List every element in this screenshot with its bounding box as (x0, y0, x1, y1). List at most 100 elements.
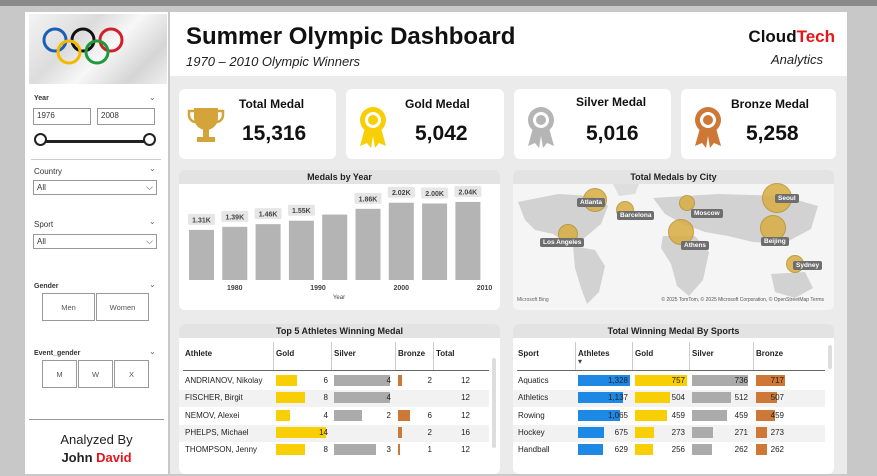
column-header[interactable]: Sport (518, 349, 539, 358)
kpi-card-total: Total Medal 15,316 (179, 89, 336, 159)
year-slider-start-handle[interactable] (34, 133, 47, 146)
data-label: 1.39K (225, 214, 244, 221)
gold-value: 757 (671, 376, 685, 385)
gold-value: 504 (671, 393, 685, 403)
gold-value: 8 (323, 445, 328, 455)
year-bar[interactable] (288, 220, 314, 280)
city-label: Sydney (793, 261, 823, 270)
analyst-first-name: John (61, 450, 93, 465)
athletes-value: 1,137 (607, 393, 628, 403)
athlete-name: FISCHER, Birgit (185, 393, 243, 403)
page-title: Summer Olympic Dashboard (186, 23, 516, 50)
country-dropdown[interactable]: All ⌵ (33, 180, 157, 195)
chevron-down-icon[interactable]: ⌄ (149, 347, 156, 356)
map-attribution[interactable]: © 2025 TomTom, © 2025 Microsoft Corporat… (661, 297, 824, 303)
bronze-medal-icon (695, 107, 721, 148)
event-gender-x-button[interactable]: X (114, 360, 149, 388)
header-divider (183, 370, 489, 371)
event-gender-w-button[interactable]: W (78, 360, 113, 388)
year-bar[interactable] (422, 203, 448, 280)
gold-value: 4 (323, 410, 328, 420)
column-header[interactable]: Silver (334, 349, 356, 358)
kpi-value: 5,042 (415, 122, 468, 145)
medals-by-year-chart: Medals by Year 1.31K 1.39K 1.46K 1.55K 1.86K… (179, 170, 500, 310)
city-label: Moscow (691, 209, 723, 218)
year-bar[interactable] (388, 202, 414, 280)
column-divider (689, 342, 690, 370)
bronze-value: 2 (427, 427, 432, 437)
analyzed-by-label: Analyzed By (60, 432, 133, 447)
year-bar[interactable] (255, 224, 281, 280)
year-bar[interactable] (189, 229, 214, 280)
bronze-value: 2 (427, 376, 432, 385)
column-header[interactable]: Total (436, 349, 455, 358)
year-bar[interactable] (322, 214, 348, 280)
athletes-value: 1,328 (607, 376, 628, 385)
bronze-value: 507 (770, 393, 784, 403)
column-header[interactable]: Silver (692, 349, 714, 358)
brand-name-b: Tech (796, 27, 835, 46)
table-scrollbar[interactable] (828, 345, 832, 369)
gender-men-button[interactable]: Men (42, 293, 95, 321)
bronze-value: 1 (427, 445, 432, 455)
chevron-down-icon[interactable]: ⌄ (149, 164, 156, 173)
x-tick-label: 2010 (477, 285, 493, 292)
athlete-name: ANDRIANOV, Nikolay (185, 376, 263, 385)
country-dropdown-value: All (37, 183, 46, 192)
year-to-input[interactable]: 2008 (97, 108, 155, 125)
data-label: 2.02K (392, 190, 411, 197)
filter-panel: Year ⌄ 1976 2008 Country ⌄ All ⌵ Sport ⌄… (25, 12, 168, 474)
chevron-down-icon[interactable]: ⌄ (149, 93, 156, 102)
year-slider-end-handle[interactable] (143, 133, 156, 146)
kpi-value: 5,258 (746, 122, 799, 145)
column-header[interactable]: Gold (276, 349, 294, 358)
chart-title: Total Medals by City (513, 170, 834, 184)
brand-subtitle: Analytics (770, 52, 823, 67)
column-header[interactable]: Athletes (578, 349, 610, 358)
sport-dropdown[interactable]: All ⌵ (33, 234, 157, 249)
sports-medal-table: Total Winning Medal By Sports Sport Athle… (513, 324, 834, 474)
column-header[interactable]: Bronze (756, 349, 783, 358)
total-value: 12 (461, 410, 470, 420)
total-value: 12 (461, 445, 470, 455)
sport-name: Rowing (518, 410, 545, 420)
gold-value: 14 (319, 427, 328, 437)
gold-value: 8 (323, 393, 328, 403)
analyst-name: John David (25, 450, 168, 465)
athlete-name: THOMPSON, Jenny (185, 445, 258, 455)
sport-slicer-label: Sport (34, 220, 54, 229)
gold-medal-icon (360, 107, 386, 148)
column-header[interactable]: Athlete (185, 349, 212, 358)
column-divider (632, 342, 633, 370)
gold-value: 6 (323, 376, 328, 385)
column-divider (575, 342, 576, 370)
analyst-last-name: David (96, 450, 132, 465)
header: Summer Olympic Dashboard 1970 – 2010 Oly… (170, 12, 847, 76)
year-bar[interactable] (222, 226, 248, 280)
year-bar[interactable] (355, 208, 381, 280)
total-value: 12 (461, 376, 470, 385)
column-header[interactable]: Bronze (398, 349, 425, 358)
year-from-input[interactable]: 1976 (33, 108, 91, 125)
sports-table-body: Sport Athletes Gold Silver Bronze ▾ Aquatics 1,… (513, 338, 834, 474)
city-bubble-layer: Atlanta Barcelona Moscow Los Angeles Athens S… (513, 183, 834, 310)
chart-title: Medals by Year (179, 170, 500, 184)
data-label: 1.55K (292, 208, 311, 215)
chevron-down-icon[interactable]: ⌄ (149, 280, 156, 289)
city-label: Athens (681, 241, 710, 250)
silver-value: 512 (734, 393, 748, 403)
chevron-down-icon: ⌵ (146, 236, 153, 246)
sort-desc-icon[interactable]: ▾ (578, 357, 582, 366)
page-subtitle: 1970 – 2010 Olympic Winners (186, 54, 361, 69)
gender-women-button[interactable]: Women (96, 293, 149, 321)
data-label: 1.46K (259, 212, 278, 219)
table-scrollbar[interactable] (492, 358, 496, 448)
sport-dropdown-value: All (37, 237, 46, 246)
event-gender-m-button[interactable]: M (42, 360, 77, 388)
data-label: 2.04K (459, 189, 478, 196)
year-bar[interactable] (455, 201, 481, 280)
chevron-down-icon[interactable]: ⌄ (149, 217, 156, 226)
column-header[interactable]: Gold (635, 349, 653, 358)
kpi-card-silver: Silver Medal 5,016 (514, 89, 671, 159)
x-tick-label: 1990 (310, 285, 326, 292)
